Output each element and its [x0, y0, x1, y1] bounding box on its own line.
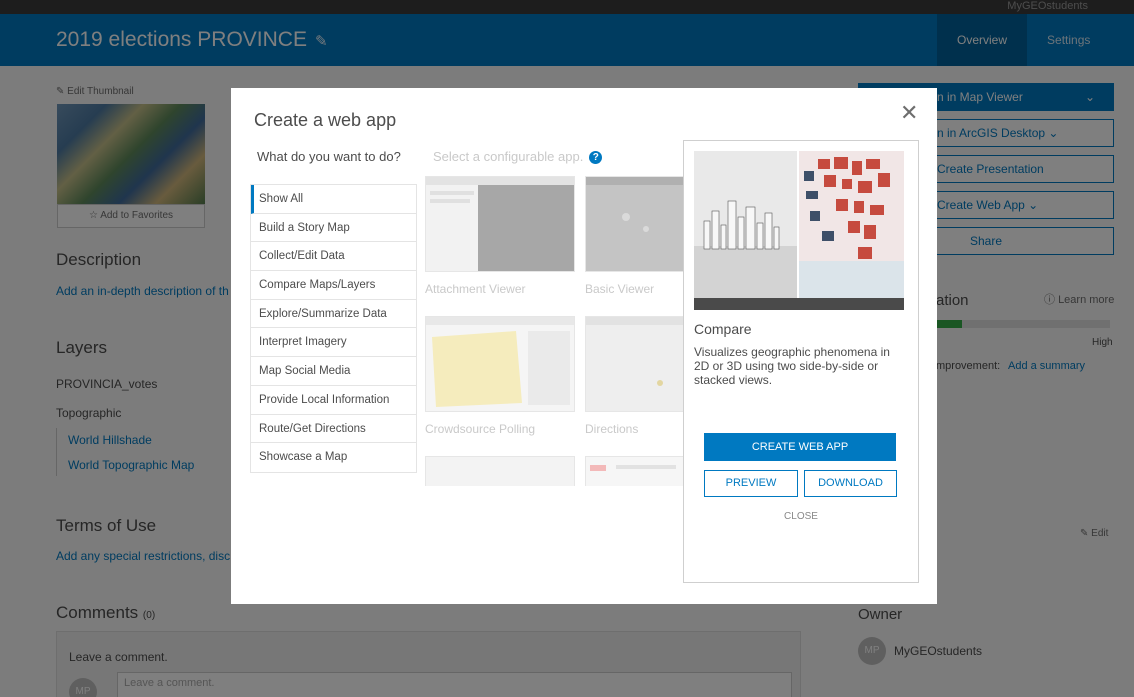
select-app-label: Select a configurable app.?	[433, 149, 603, 164]
category-provide-local-information[interactable]: Provide Local Information	[251, 386, 416, 415]
create-web-app-button[interactable]: CREATE WEB APP	[704, 433, 896, 461]
crowdsource-polling-thumbnail	[426, 317, 574, 411]
app-gallery: Attachment Viewer Basic Viewer Crowdsour…	[425, 176, 683, 486]
app-card-attachment-viewer[interactable]: Attachment Viewer	[425, 176, 575, 296]
help-icon[interactable]: ?	[589, 151, 603, 164]
app-card-partial[interactable]	[585, 456, 683, 486]
app-card-partial[interactable]	[425, 456, 575, 486]
preview-button[interactable]: PREVIEW	[704, 470, 798, 497]
app-thumbnail	[425, 316, 575, 412]
category-show-all[interactable]: Show All	[251, 185, 416, 214]
category-explore-summarize-data[interactable]: Explore/Summarize Data	[251, 300, 416, 329]
select-app-text: Select a configurable app.	[433, 149, 584, 164]
app-name: Attachment Viewer	[425, 282, 526, 296]
app-detail-description: Visualizes geographic phenomena in 2D or…	[694, 345, 890, 387]
app-card-basic-viewer[interactable]: Basic Viewer	[585, 176, 683, 296]
app-detail-title: Compare	[694, 321, 752, 337]
category-showcase-a-map[interactable]: Showcase a Map	[251, 443, 416, 472]
download-button[interactable]: DOWNLOAD	[804, 470, 897, 497]
category-list: Show All Build a Story Map Collect/Edit …	[250, 184, 417, 473]
app-thumbnail	[585, 456, 683, 486]
create-web-app-dialog: Create a web app ✕ What do you want to d…	[231, 88, 937, 604]
category-compare-maps-layers[interactable]: Compare Maps/Layers	[251, 271, 416, 300]
category-map-social-media[interactable]: Map Social Media	[251, 357, 416, 386]
app-thumbnail	[585, 176, 683, 272]
attachment-viewer-thumbnail	[426, 177, 574, 271]
app-name: Directions	[585, 422, 639, 436]
category-collect-edit-data[interactable]: Collect/Edit Data	[251, 242, 416, 272]
category-route-get-directions[interactable]: Route/Get Directions	[251, 415, 416, 444]
compare-preview-graphic	[694, 151, 904, 310]
close-icon[interactable]: ✕	[900, 102, 918, 124]
partial-thumbnail	[590, 465, 676, 471]
close-button[interactable]: CLOSE	[684, 511, 918, 522]
app-card-crowdsource-polling[interactable]: Crowdsource Polling	[425, 316, 575, 436]
app-card-directions[interactable]: Directions	[585, 316, 683, 436]
app-name: Crowdsource Polling	[425, 422, 536, 436]
app-thumbnail	[425, 456, 575, 486]
app-thumbnail	[585, 316, 683, 412]
directions-thumbnail	[586, 317, 683, 411]
category-build-story-map[interactable]: Build a Story Map	[251, 214, 416, 243]
app-detail-panel: Compare Visualizes geographic phenomena …	[683, 140, 919, 583]
basic-viewer-thumbnail	[586, 177, 683, 271]
app-name: Basic Viewer	[585, 282, 655, 296]
what-to-do-label: What do you want to do?	[257, 149, 401, 164]
app-thumbnail	[425, 176, 575, 272]
category-interpret-imagery[interactable]: Interpret Imagery	[251, 328, 416, 358]
compare-preview-image	[694, 151, 904, 310]
dialog-title: Create a web app	[254, 110, 397, 130]
